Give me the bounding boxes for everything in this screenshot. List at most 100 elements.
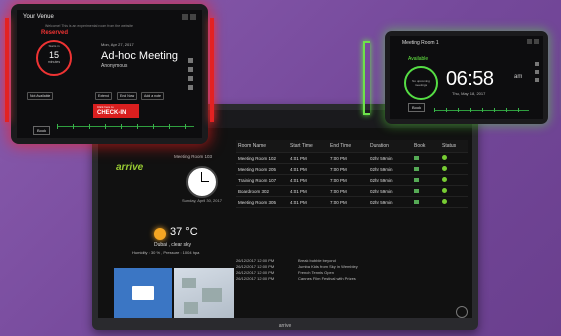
event-date: Mon, Apr 27, 2017 <box>101 42 134 47</box>
col-book: Book <box>414 143 426 149</box>
table-row[interactable]: Meeting Room 205 4:01 PM 7:00 PM 02hr 59… <box>236 164 468 175</box>
book-icon[interactable] <box>414 188 419 193</box>
room-title: Meeting Room 1 <box>402 40 439 46</box>
add-note-button[interactable]: Add a note <box>141 92 164 100</box>
sun-icon <box>154 228 166 240</box>
status-indicator <box>442 177 447 182</box>
cell-end: 7:00 PM <box>330 166 347 172</box>
book-icon[interactable] <box>414 199 419 204</box>
timeline <box>57 124 194 135</box>
check-in-button[interactable]: Click here to CHECK-IN <box>93 104 139 118</box>
status-indicator <box>442 199 447 204</box>
countdown-minutes: 15 <box>48 50 59 60</box>
room-label: Meeting Room 103 <box>174 154 213 159</box>
cell-duration: 02hr 59min <box>370 166 393 172</box>
cell-room: Training Room 107 <box>238 177 277 183</box>
col-duration: Duration <box>370 143 389 149</box>
availability-ring: No upcoming meetings <box>404 66 438 100</box>
room-table: Room Name Start Time End Time Duration B… <box>236 140 468 208</box>
chair-icon <box>188 85 193 90</box>
cell-room: Meeting Room 305 <box>238 199 277 205</box>
settings-icon[interactable] <box>527 39 532 44</box>
ring-text: No upcoming meetings <box>412 79 430 87</box>
table-row[interactable]: Meeting Room 305 4:01 PM 7:00 PM 02hr 59… <box>236 197 468 208</box>
table-header: Room Name Start Time End Time Duration B… <box>236 140 468 153</box>
cell-end: 7:00 PM <box>330 177 347 183</box>
top-icons <box>527 39 539 44</box>
col-room-name: Room Name <box>238 143 267 149</box>
check-in-label: CHECK-IN <box>97 110 127 116</box>
floor-plan-thumbnail[interactable] <box>174 268 234 318</box>
book-button[interactable]: Book <box>33 126 51 135</box>
event-item: 26/12/2017 12:00 PM <box>236 276 275 281</box>
reserved-room-tablet: Your Venue Welcome! This is an experimen… <box>5 4 214 144</box>
welcome-text: Welcome! This is an experimental room fr… <box>45 24 133 28</box>
menu-button[interactable] <box>456 306 468 318</box>
cell-start: 4:01 PM <box>290 166 307 172</box>
cell-start: 4:01 PM <box>290 155 307 161</box>
clock-time: 06:58 <box>446 68 494 90</box>
status-indicator <box>442 188 447 193</box>
cell-room: Meeting Room 205 <box>238 166 277 172</box>
countdown-ring: Starts in 15 minutes <box>36 40 72 76</box>
col-start-time: Start Time <box>290 143 313 149</box>
cell-duration: 02hr 59min <box>370 199 393 205</box>
wifi-icon <box>535 62 539 66</box>
weather-details: Humidity : 30 % , Pressure : 1004 hpa <box>132 250 200 255</box>
led-light-left <box>363 41 370 115</box>
event-item: 26/12/2017 12:00 PM <box>236 264 275 269</box>
table-row[interactable]: Training Room 107 4:01 PM 7:00 PM 02hr 5… <box>236 175 468 186</box>
cell-end: 7:00 PM <box>330 188 347 194</box>
tablet-screen: Your Venue Welcome! This is an experimen… <box>17 10 202 138</box>
cell-duration: 02hr 59min <box>370 155 393 161</box>
side-icons <box>188 58 196 94</box>
temperature: 37 °C <box>170 226 198 238</box>
cell-duration: 02hr 59min <box>370 177 393 183</box>
book-icon[interactable] <box>414 177 419 182</box>
tablet-screen: Meeting Room 1 Available No upcoming mee… <box>390 36 543 119</box>
wifi-icon <box>188 58 193 63</box>
arrive-logo: arrive <box>116 162 144 173</box>
cell-end: 7:00 PM <box>330 199 347 205</box>
weather-city: Dubai , clear sky <box>154 242 191 248</box>
book-button[interactable]: Book <box>408 103 426 112</box>
menu-icon[interactable] <box>534 39 539 44</box>
table-row[interactable]: Meeting Room 102 4:01 PM 7:00 PM 02hr 59… <box>236 153 468 164</box>
book-icon[interactable] <box>414 155 419 160</box>
col-status: Status <box>442 143 457 149</box>
side-icons <box>535 62 539 86</box>
monitor-date: Sunday, April 30, 2017 <box>182 198 222 203</box>
monitor-left-panel: arrive Meeting Room 103 Sunday, April 30… <box>102 132 234 318</box>
col-end-time: End Time <box>330 143 352 149</box>
cell-end: 7:00 PM <box>330 155 347 161</box>
settings-icon[interactable] <box>182 14 188 20</box>
analog-clock-icon <box>186 166 218 198</box>
status-label: Available <box>408 56 429 62</box>
timeline <box>434 108 529 112</box>
cell-start: 4:01 PM <box>290 177 307 183</box>
book-icon[interactable] <box>414 166 419 171</box>
phone-icon <box>535 78 539 82</box>
app-thumbnail[interactable] <box>114 268 172 318</box>
clock-date: Thu, May 18, 2017 <box>452 91 486 96</box>
cell-room: Meeting Room 102 <box>238 155 277 161</box>
end-now-button[interactable]: End Now <box>117 92 138 100</box>
status-indicator <box>442 166 447 171</box>
led-light-left <box>5 18 9 122</box>
event-text: Break bubble beyond <box>298 258 336 263</box>
menu-icon[interactable] <box>190 14 196 20</box>
table-row[interactable]: Boardroom 302 4:01 PM 7:00 PM 02hr 59min <box>236 186 468 197</box>
available-room-tablet: Meeting Room 1 Available No upcoming mee… <box>363 31 548 124</box>
meeting-title: Ad-hoc Meeting <box>101 50 179 62</box>
extend-button[interactable]: Extend <box>95 92 112 100</box>
event-item: 26/12/2017 12:00 PM <box>236 258 275 263</box>
starts-in-label: Starts in <box>48 44 60 48</box>
status-label: Reserved <box>41 30 69 36</box>
cell-start: 4:01 PM <box>290 188 307 194</box>
status-indicator <box>442 155 447 160</box>
not-available-button[interactable]: Not Available <box>27 92 54 100</box>
tv-icon <box>188 67 193 72</box>
event-text: French Tennis Open <box>298 270 334 275</box>
monitor-brand: arrive <box>278 323 292 329</box>
cell-duration: 02hr 59min <box>370 188 393 194</box>
